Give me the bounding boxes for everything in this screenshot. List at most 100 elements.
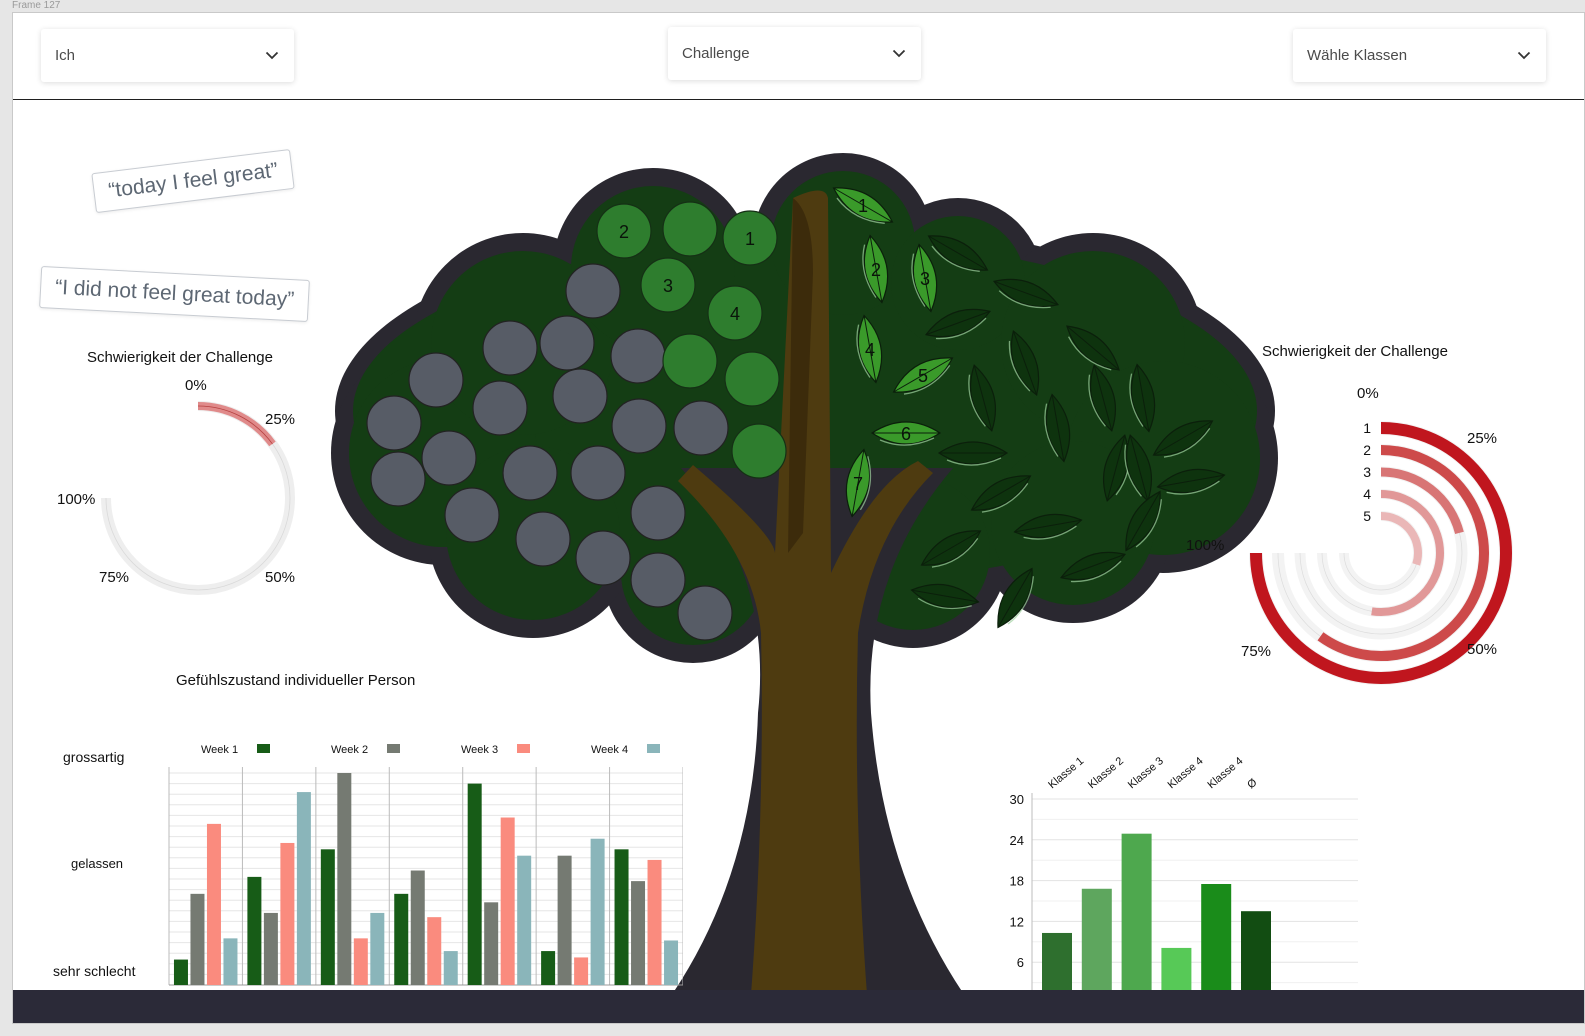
class-y-tick-label: 6 bbox=[1017, 955, 1024, 970]
mood-legend-swatch bbox=[257, 744, 270, 753]
class-bar bbox=[1121, 833, 1152, 1003]
mood-legend-label: Week 4 bbox=[591, 744, 628, 756]
leaf-number: 7 bbox=[853, 474, 863, 494]
mood-bar bbox=[173, 959, 188, 985]
right-gauge-ring-label: 2 bbox=[1363, 442, 1371, 458]
mood-bar bbox=[190, 893, 205, 985]
open-goal-circle bbox=[515, 511, 571, 567]
right-gauge-ring-label: 1 bbox=[1363, 420, 1371, 436]
class-y-tick-label: 30 bbox=[1010, 792, 1024, 807]
open-goal-circle bbox=[565, 263, 621, 319]
class-category-label: Klasse 2 bbox=[1086, 755, 1126, 791]
class-y-tick-label: 18 bbox=[1010, 874, 1024, 889]
class-category-label: Klasse 3 bbox=[1126, 755, 1166, 791]
mood-legend-swatch bbox=[517, 744, 530, 753]
completed-goal-circle bbox=[724, 351, 780, 407]
right-gauge-ring-label: 5 bbox=[1363, 508, 1371, 524]
class-bar-chart: 0612182430Klasse 1Klasse 2Klasse 3Klasse… bbox=[1010, 755, 1358, 1008]
class-category-label: Klasse 1 bbox=[1046, 755, 1086, 791]
right-gauge-label-100: 100% bbox=[1186, 537, 1225, 554]
right-gauge-ring-label: 3 bbox=[1363, 464, 1371, 480]
class-category-label: Klasse 4 bbox=[1166, 755, 1206, 791]
mood-bar-chart: Day 1Day 2Day 3Day 4Day 5Day 6Day 7Week … bbox=[168, 744, 683, 1001]
left-gauge-label-50: 50% bbox=[265, 569, 296, 586]
mood-bar bbox=[427, 917, 442, 985]
open-goal-circle bbox=[552, 368, 608, 424]
right-gauge-ring-label: 4 bbox=[1363, 486, 1371, 502]
mood-bar bbox=[410, 870, 425, 985]
mood-legend-label: Week 3 bbox=[461, 744, 498, 756]
open-goal-circle bbox=[472, 380, 528, 436]
leaf-number: 2 bbox=[871, 260, 881, 280]
right-gauge-label-75: 75% bbox=[1241, 643, 1272, 660]
mood-legend-swatch bbox=[387, 744, 400, 753]
open-goal-circle bbox=[673, 400, 729, 456]
open-goal-circle bbox=[630, 552, 686, 608]
mood-bar bbox=[647, 859, 662, 985]
mood-bar bbox=[370, 912, 385, 985]
mood-y-label-top: grossartig bbox=[63, 749, 125, 765]
mood-bar bbox=[280, 842, 295, 985]
open-goal-circle bbox=[482, 320, 538, 376]
completed-goal-circle bbox=[662, 333, 718, 389]
leaf-number: 1 bbox=[858, 196, 868, 216]
right-gauge-title: Schwierigkeit der Challenge bbox=[1262, 343, 1448, 360]
left-gauge-label-0: 0% bbox=[185, 377, 207, 394]
mood-bar bbox=[590, 838, 605, 985]
completed-goal-circle bbox=[731, 423, 787, 479]
open-goal-circle bbox=[611, 398, 667, 454]
goal-circle-number: 1 bbox=[745, 229, 755, 249]
leaf-number: 6 bbox=[901, 424, 911, 444]
leaf-number: 4 bbox=[865, 340, 875, 360]
mood-bar bbox=[484, 902, 499, 985]
mood-legend-swatch bbox=[647, 744, 660, 753]
class-y-tick-label: 24 bbox=[1010, 833, 1024, 848]
mood-bar bbox=[443, 951, 458, 985]
mood-bar bbox=[223, 938, 238, 985]
leaf-number: 3 bbox=[920, 269, 930, 289]
mood-bar bbox=[631, 881, 646, 985]
open-goal-circle bbox=[539, 315, 595, 371]
open-goal-circle bbox=[575, 530, 631, 586]
class-category-label: Klasse 4 bbox=[1205, 755, 1245, 791]
open-goal-circle bbox=[677, 585, 733, 641]
class-bar bbox=[1081, 888, 1112, 1003]
mood-bar bbox=[500, 817, 515, 985]
mood-bar bbox=[353, 938, 368, 985]
mood-bar bbox=[664, 940, 679, 985]
right-gauge-label-25: 25% bbox=[1467, 430, 1498, 447]
open-goal-circle bbox=[366, 395, 422, 451]
class-y-tick-label: 12 bbox=[1010, 914, 1024, 929]
mood-bar bbox=[557, 855, 572, 985]
open-goal-circle bbox=[502, 445, 558, 501]
leaf-number: 5 bbox=[918, 366, 928, 386]
dashboard-frame: Ich Challenge Wähle Klassen 2 1 3 4 1 2 … bbox=[12, 12, 1585, 1024]
mood-chart-title: Gefühlszustand individueller Person bbox=[176, 672, 416, 689]
mood-bar bbox=[337, 773, 352, 985]
mood-bar bbox=[394, 893, 409, 985]
left-gauge-label-100: 100% bbox=[57, 491, 96, 508]
open-goal-circle bbox=[408, 352, 464, 408]
left-gauge-label-75: 75% bbox=[99, 569, 130, 586]
mood-bar bbox=[467, 783, 482, 985]
left-gauge-label-25: 25% bbox=[265, 411, 296, 428]
open-goal-circle bbox=[370, 451, 426, 507]
mood-bar bbox=[206, 823, 221, 985]
left-gauge-title: Schwierigkeit der Challenge bbox=[87, 349, 273, 366]
mood-y-label-mid: gelassen bbox=[71, 856, 124, 871]
mood-bar bbox=[541, 951, 556, 985]
completed-goal-circle bbox=[662, 201, 718, 257]
mood-bar bbox=[574, 957, 589, 985]
right-gauge-label-50: 50% bbox=[1467, 641, 1498, 658]
bottom-bar bbox=[13, 990, 1584, 1023]
open-goal-circle bbox=[610, 328, 666, 384]
mood-bar bbox=[263, 912, 278, 985]
goal-circle-number: 4 bbox=[730, 304, 740, 324]
goal-circle-number: 2 bbox=[619, 222, 629, 242]
mood-bar bbox=[517, 855, 532, 985]
class-bar bbox=[1201, 884, 1232, 1003]
mood-bar bbox=[296, 792, 311, 985]
goal-circle-number: 3 bbox=[663, 276, 673, 296]
mood-bar bbox=[247, 876, 262, 985]
mood-legend-label: Week 2 bbox=[331, 744, 368, 756]
